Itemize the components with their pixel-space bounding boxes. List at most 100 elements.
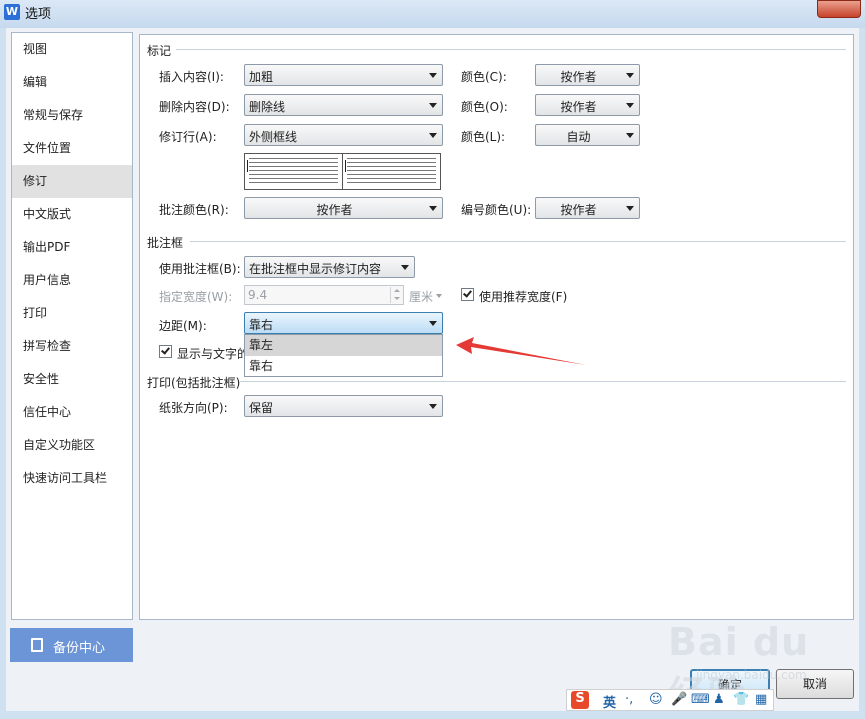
title-bar: W 选项 [0,0,865,28]
number-color-value: 按作者 [560,203,597,217]
number-color-select[interactable]: 按作者 [535,197,640,219]
chevron-down-icon [626,206,634,211]
balloon-section-title: 批注框 [147,236,184,250]
sidebar-item-export-pdf[interactable]: 输出PDF [12,231,132,264]
margin-label: 边距(M): [159,319,207,333]
chevron-down-icon [626,133,634,138]
ime-toolbox-icon[interactable]: ▦ [755,692,767,707]
revision-line-color-label: 颜色(L): [461,130,506,144]
close-button[interactable] [817,0,861,18]
recommended-width-label: 使用推荐宽度(F) [479,290,568,304]
sidebar-item-print[interactable]: 打印 [12,297,132,330]
use-balloon-value: 在批注框中显示修订内容 [249,262,382,276]
balloon-width-label: 指定宽度(W): [159,290,233,304]
ime-keyboard-icon[interactable]: ⌨ [691,692,710,707]
chevron-down-icon [429,103,437,108]
sidebar-item-quick-access-toolbar[interactable]: 快速访问工具栏 [12,462,132,495]
revision-line-select[interactable]: 外侧框线 [244,124,443,146]
cancel-button[interactable]: 取消 [776,669,854,699]
revision-preview-right [342,153,441,190]
insert-content-select[interactable]: 加粗 [244,64,443,86]
ime-toolbar: S 英 ·, ☺ 🎤 ⌨ ♟ 👕 ▦ [566,689,774,711]
wps-writer-icon: W [4,4,20,20]
sogou-ime-icon[interactable]: S [571,691,589,709]
comment-color-value: 按作者 [316,203,353,217]
spin-down-icon[interactable] [390,295,402,303]
sidebar-item-file-location[interactable]: 文件位置 [12,132,132,165]
chevron-down-icon [429,133,437,138]
balloon-width-spinner[interactable]: 9.4 [244,285,404,305]
revision-line-color-value: 自动 [566,130,591,144]
markup-section-title: 标记 [147,44,172,58]
print-section-title: 打印(包括批注框) [147,376,241,390]
options-sidebar: 视图 编辑 常规与保存 文件位置 修订 中文版式 输出PDF 用户信息 打印 拼… [11,32,133,620]
paper-orientation-label: 纸张方向(P): [159,401,228,415]
chevron-down-icon [436,294,442,298]
show-lines-checkbox[interactable] [159,345,172,358]
backup-center-label: 备份中心 [53,641,106,656]
chevron-down-icon [401,265,409,270]
margin-select[interactable]: 靠右 [244,312,443,334]
sidebar-item-revision[interactable]: 修订 [12,165,132,198]
delete-content-select[interactable]: 删除线 [244,94,443,116]
paper-orientation-value: 保留 [249,401,274,415]
annotation-arrow-icon [456,337,586,365]
insert-content-value: 加粗 [249,70,274,84]
revision-settings-panel: 标记 插入内容(I): 加粗 颜色(C): 按作者 删除内容(D): 删除线 颜… [139,34,854,620]
number-color-label: 编号颜色(U): [461,203,532,217]
insert-color-select[interactable]: 按作者 [535,64,640,86]
insert-color-value: 按作者 [560,70,597,84]
markup-section-divider [176,49,846,50]
paper-orientation-select[interactable]: 保留 [244,395,443,417]
sidebar-item-security[interactable]: 安全性 [12,363,132,396]
sidebar-item-spell-check[interactable]: 拼写检查 [12,330,132,363]
revision-line-label: 修订行(A): [159,130,217,144]
balloon-width-unit[interactable]: 厘米 [409,288,433,305]
backup-center-button[interactable]: 备份中心 [10,628,133,662]
delete-content-label: 删除内容(D): [159,100,230,114]
backup-icon [31,638,43,652]
sidebar-item-customize-ribbon[interactable]: 自定义功能区 [12,429,132,462]
sidebar-item-edit[interactable]: 编辑 [12,66,132,99]
delete-color-value: 按作者 [560,100,597,114]
ime-punctuation-icon[interactable]: ·, [625,692,633,707]
sidebar-item-trust-center[interactable]: 信任中心 [12,396,132,429]
comment-color-label: 批注颜色(R): [159,203,229,217]
chevron-down-icon [429,321,437,326]
sidebar-item-general-save[interactable]: 常规与保存 [12,99,132,132]
ime-language-toggle[interactable]: 英 [603,692,616,711]
dialog-client: 视图 编辑 常规与保存 文件位置 修订 中文版式 输出PDF 用户信息 打印 拼… [6,28,859,711]
margin-option-right[interactable]: 靠右 [245,356,442,377]
insert-content-label: 插入内容(I): [159,70,224,84]
ime-skin-icon[interactable]: 👕 [733,692,749,707]
margin-option-left[interactable]: 靠左 [245,335,442,356]
recommended-width-checkbox[interactable] [461,288,474,301]
insert-color-label: 颜色(C): [461,70,507,84]
chevron-down-icon [429,404,437,409]
ime-voice-icon[interactable]: 🎤 [671,692,687,707]
balloon-section-divider [190,241,846,242]
revision-line-value: 外侧框线 [249,130,298,144]
comment-color-select[interactable]: 按作者 [244,197,443,219]
sidebar-item-chinese-layout[interactable]: 中文版式 [12,198,132,231]
show-lines-label: 显示与文字的 [177,347,250,361]
chevron-down-icon [626,103,634,108]
use-balloon-select[interactable]: 在批注框中显示修订内容 [244,256,415,278]
chevron-down-icon [429,206,437,211]
ime-user-icon[interactable]: ♟ [713,692,725,707]
margin-value: 靠右 [249,318,274,332]
window-title: 选项 [25,7,52,22]
checkmark-icon [161,345,170,355]
checkmark-icon [463,288,472,298]
revision-preview-left [244,153,343,190]
ime-emoji-icon[interactable]: ☺ [649,692,663,707]
delete-content-value: 删除线 [249,100,286,114]
revision-line-color-select[interactable]: 自动 [535,124,640,146]
spin-up-icon[interactable] [390,287,402,295]
balloon-width-value: 9.4 [248,288,268,302]
delete-color-select[interactable]: 按作者 [535,94,640,116]
sidebar-item-view[interactable]: 视图 [12,33,132,66]
sidebar-item-user-info[interactable]: 用户信息 [12,264,132,297]
delete-color-label: 颜色(O): [461,100,508,114]
use-balloon-label: 使用批注框(B): [159,262,241,276]
